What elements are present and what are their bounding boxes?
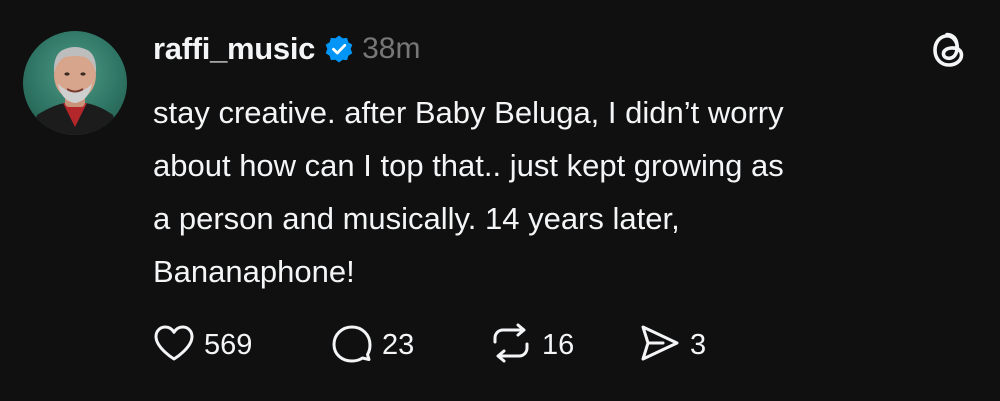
send-icon	[639, 323, 681, 368]
post-header: raffi_music 38m	[153, 27, 420, 71]
username[interactable]: raffi_music	[153, 31, 315, 67]
comment-icon	[331, 323, 373, 368]
threads-post: raffi_music 38m stay creative. after Bab…	[0, 0, 1000, 401]
reply-button[interactable]: 23	[331, 323, 489, 368]
post-timestamp: 38m	[362, 32, 421, 65]
repost-icon	[489, 323, 533, 368]
like-count: 569	[204, 328, 253, 361]
share-button[interactable]: 3	[639, 323, 706, 368]
avatar-photo	[31, 47, 119, 135]
verified-badge-icon	[324, 34, 354, 64]
share-count: 3	[690, 328, 707, 361]
heart-icon	[153, 324, 195, 367]
avatar[interactable]	[23, 31, 127, 135]
repost-button[interactable]: 16	[489, 323, 639, 368]
action-bar: 569 23 16 3	[153, 322, 706, 368]
reply-count: 23	[382, 328, 415, 361]
threads-logo-icon[interactable]	[930, 29, 968, 71]
repost-count: 16	[542, 328, 575, 361]
post-text: stay creative. after Baby Beluga, I didn…	[153, 95, 784, 289]
like-button[interactable]: 569	[153, 324, 331, 367]
